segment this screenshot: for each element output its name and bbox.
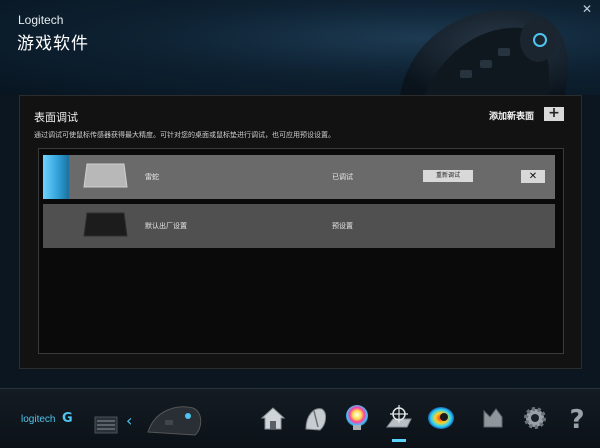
heatmap-icon[interactable] [426,403,456,433]
gaming-mouse-banner-image [400,9,568,95]
share-icon[interactable] [478,403,508,433]
recalibrate-button[interactable]: 重新调试 [423,170,473,182]
brand-label: Logitech [18,13,64,27]
surface-row-default[interactable]: 默认出厂设置 预设置 [43,204,555,248]
add-surface-label[interactable]: 添加新表面 [489,109,534,122]
logitech-logo: logitech [21,414,56,425]
bottom-toolbar: logitech G ‹ ? [0,388,600,448]
app-header: Logitech 游戏软件 ✕ [0,0,600,95]
surface-tuning-icon[interactable] [384,403,414,433]
active-tab-indicator [392,439,406,442]
g502-mouse-device-icon[interactable] [143,402,205,438]
panel-description: 通过调试可使鼠标传感器获得最大精度。可针对您的桌面或鼠标垫进行调试，也可应用预设… [34,131,335,139]
keyboard-device-icon[interactable] [93,403,127,437]
panel-title: 表面调试 [34,111,78,124]
home-icon[interactable] [258,403,288,433]
app-title: 游戏软件 [17,34,89,54]
svg-text:?: ? [569,405,584,433]
surface-name: 雷蛇 [145,173,159,181]
pointer-settings-icon[interactable] [300,403,330,433]
help-icon[interactable]: ? [562,403,592,433]
delete-surface-button[interactable]: ✕ [521,170,545,183]
selected-indicator [43,155,69,199]
g-logo-icon: G [62,411,73,426]
surface-tuning-panel: 表面调试 通过调试可使鼠标传感器获得最大精度。可针对您的桌面或鼠标垫进行调试，也… [19,95,582,369]
surface-name: 默认出厂设置 [145,222,187,230]
mousepad-dark-icon [83,212,128,237]
rgb-lighting-icon[interactable] [342,403,372,433]
mousepad-light-icon [83,163,128,188]
surface-status: 预设置 [332,222,353,230]
surface-list: 雷蛇 已调试 重新调试 ✕ 默认出厂设置 预设置 [38,148,564,354]
add-surface-button[interactable]: + [544,106,564,121]
window-close-button[interactable]: ✕ [580,2,594,16]
surface-status: 已调试 [332,173,353,181]
settings-gear-icon[interactable] [520,403,550,433]
surface-row-custom[interactable]: 雷蛇 已调试 重新调试 ✕ [43,155,555,199]
device-back-arrow-icon[interactable]: ‹ [126,411,132,430]
